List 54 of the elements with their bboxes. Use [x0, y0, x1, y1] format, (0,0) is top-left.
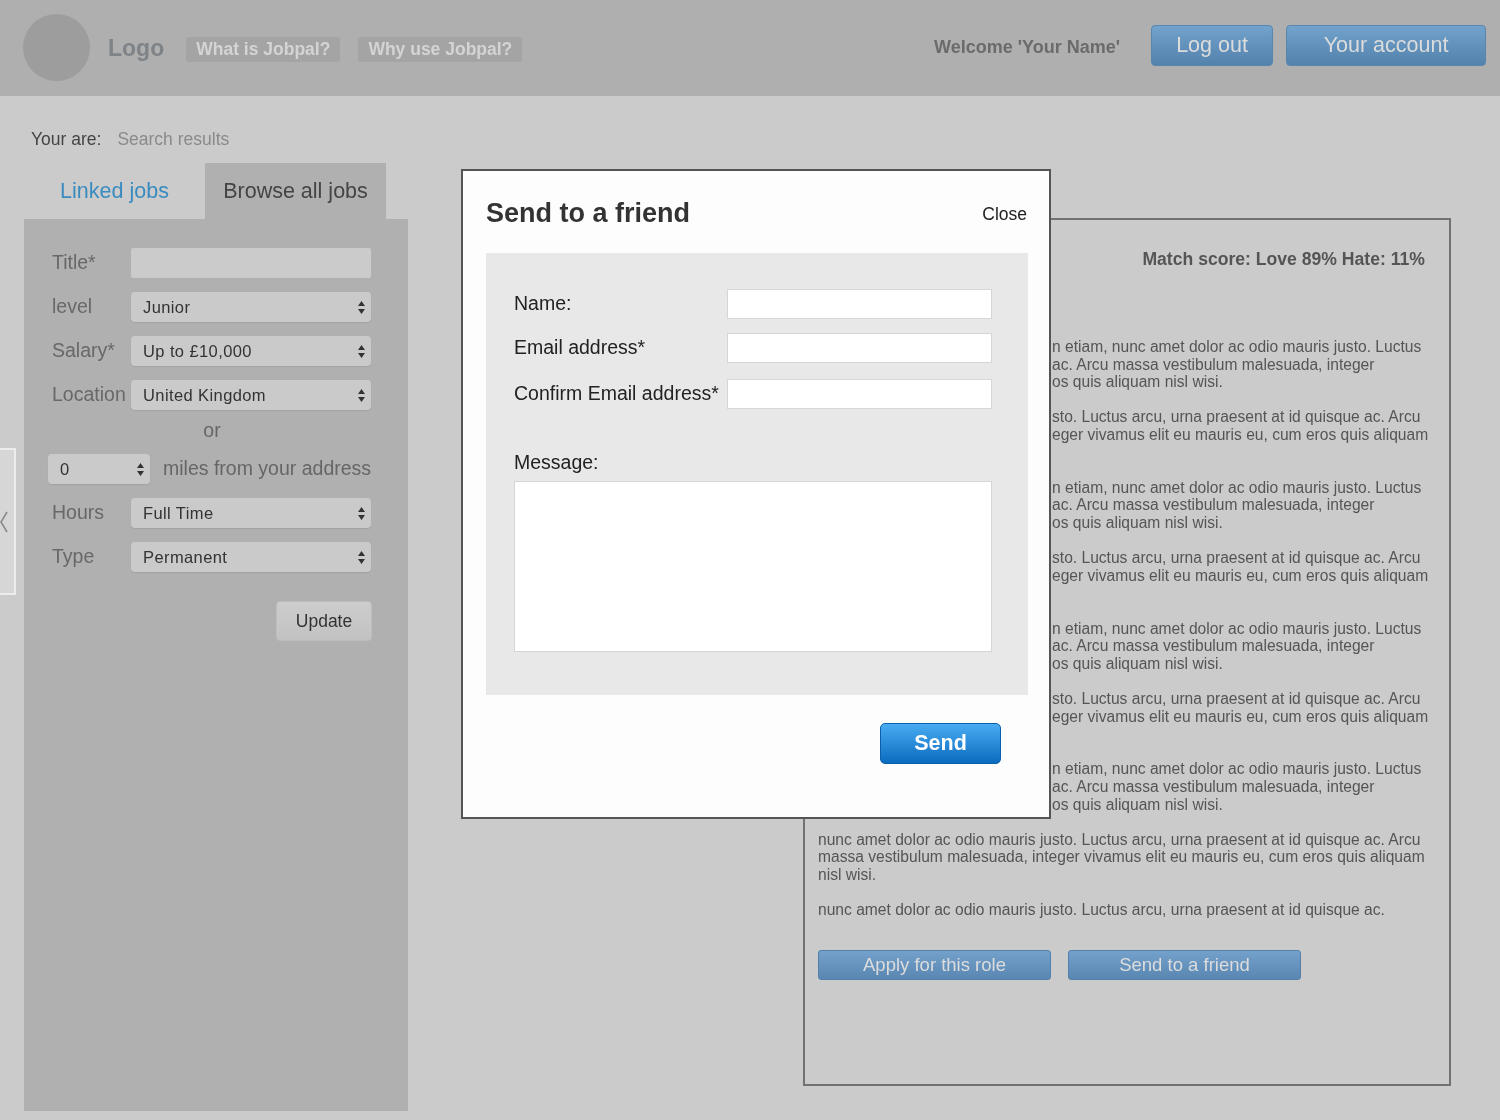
input-field[interactable] — [727, 333, 992, 363]
up-down-arrows-icon — [358, 388, 365, 402]
miles-select[interactable]: 0 — [48, 454, 150, 484]
send-button[interactable]: Send — [880, 723, 1001, 764]
field-label: level — [52, 294, 94, 320]
description-paragraph: sto. Luctus arcu, urna praesent at id quisque ac. Arcu eger vivamus elit eu mauris eu, cum eros quis aliquam — [1052, 689, 1430, 727]
update-button[interactable]: Update — [276, 601, 372, 641]
description-paragraph: nunc amet dolor ac odio mauris justo. Luctus arcu, urna praesent at id quisque ac. — [818, 901, 1386, 919]
field-label: Email address* — [514, 335, 647, 361]
field-label: Hours — [52, 500, 106, 526]
tab[interactable]: Browse all jobs — [205, 163, 386, 219]
field-label: Confirm Email address* — [514, 381, 720, 407]
select-field[interactable]: Junior — [131, 292, 371, 322]
select-field[interactable]: Up to £10,000 — [131, 336, 371, 366]
description-paragraph: n etiam, nunc amet dolor ac odio mauris justo. Luctus ac. Arcu massa vestibulum malesuada, integer os quis aliquam nisl wisi. — [1052, 760, 1423, 814]
chevron-left-icon — [0, 510, 8, 533]
apply-button[interactable]: Apply for this role — [818, 950, 1051, 981]
welcome-text: Welcome 'Your Name' — [934, 35, 1120, 59]
breadcrumb-label: Your are: — [31, 128, 102, 151]
description-paragraph: n etiam, nunc amet dolor ac odio mauris justo. Luctus ac. Arcu massa vestibulum malesuada, integer os quis aliquam nisl wisi. — [1052, 338, 1423, 391]
description-paragraph: sto. Luctus arcu, urna praesent at id quisque ac. Arcu eger vivamus elit eu mauris eu, cum eros quis aliquam — [1052, 549, 1430, 586]
text-field[interactable] — [131, 248, 371, 278]
field-label: Location — [52, 382, 127, 408]
input-field[interactable] — [727, 289, 992, 319]
field-label: Name: — [514, 291, 573, 317]
account-button[interactable]: Your account — [1286, 25, 1486, 66]
match-score: Match score: Love 89% Hate: 11% — [1142, 249, 1425, 269]
unit-text: miles from your address — [163, 456, 372, 482]
select-field[interactable]: Permanent — [131, 542, 371, 572]
up-down-arrows-icon — [358, 344, 365, 358]
field-label: Title* — [52, 250, 97, 276]
tab[interactable]: Linked jobs — [24, 163, 205, 219]
description-paragraph: nunc amet dolor ac odio mauris justo. Luctus arcu, urna praesent at id quisque ac. Arcu massa vestibulum malesuada, integer vivamus elit eu mauris eu, cum eros quis aliquam nisl wisi. — [818, 830, 1426, 884]
description-paragraph: sto. Luctus arcu, urna praesent at id quisque ac. Arcu eger vivamus elit eu mauris eu, cum eros quis aliquam — [1052, 408, 1430, 445]
description-paragraph: n etiam, nunc amet dolor ac odio mauris justo. Luctus ac. Arcu massa vestibulum malesuada, integer os quis aliquam nisl wisi. — [1052, 478, 1423, 532]
up-down-arrows-icon — [358, 300, 365, 314]
separator-text: or — [202, 420, 222, 440]
message-field[interactable] — [514, 481, 992, 652]
breadcrumb-current: Search results — [117, 128, 230, 151]
up-down-arrows-icon — [358, 506, 365, 520]
close-button[interactable]: Close — [982, 201, 1027, 228]
up-down-arrows-icon — [358, 550, 365, 564]
select-field[interactable]: Full Time — [131, 498, 371, 528]
select-field[interactable]: United Kingdom — [131, 380, 371, 410]
field-label: Salary* — [52, 338, 116, 364]
dialog-title: Send to a friend — [486, 197, 691, 229]
field-label: Type — [52, 544, 96, 570]
up-down-arrows-icon — [137, 462, 144, 476]
input-field[interactable] — [727, 379, 992, 409]
side-panel-tab[interactable] — [0, 448, 16, 595]
send-to-friend-button[interactable]: Send to a friend — [1068, 950, 1301, 981]
field-label: Message: — [514, 451, 600, 473]
logout-button[interactable]: Log out — [1151, 25, 1273, 66]
description-paragraph: n etiam, nunc amet dolor ac odio mauris justo. Luctus ac. Arcu massa vestibulum malesuada, integer os quis aliquam nisl wisi. — [1052, 619, 1423, 673]
